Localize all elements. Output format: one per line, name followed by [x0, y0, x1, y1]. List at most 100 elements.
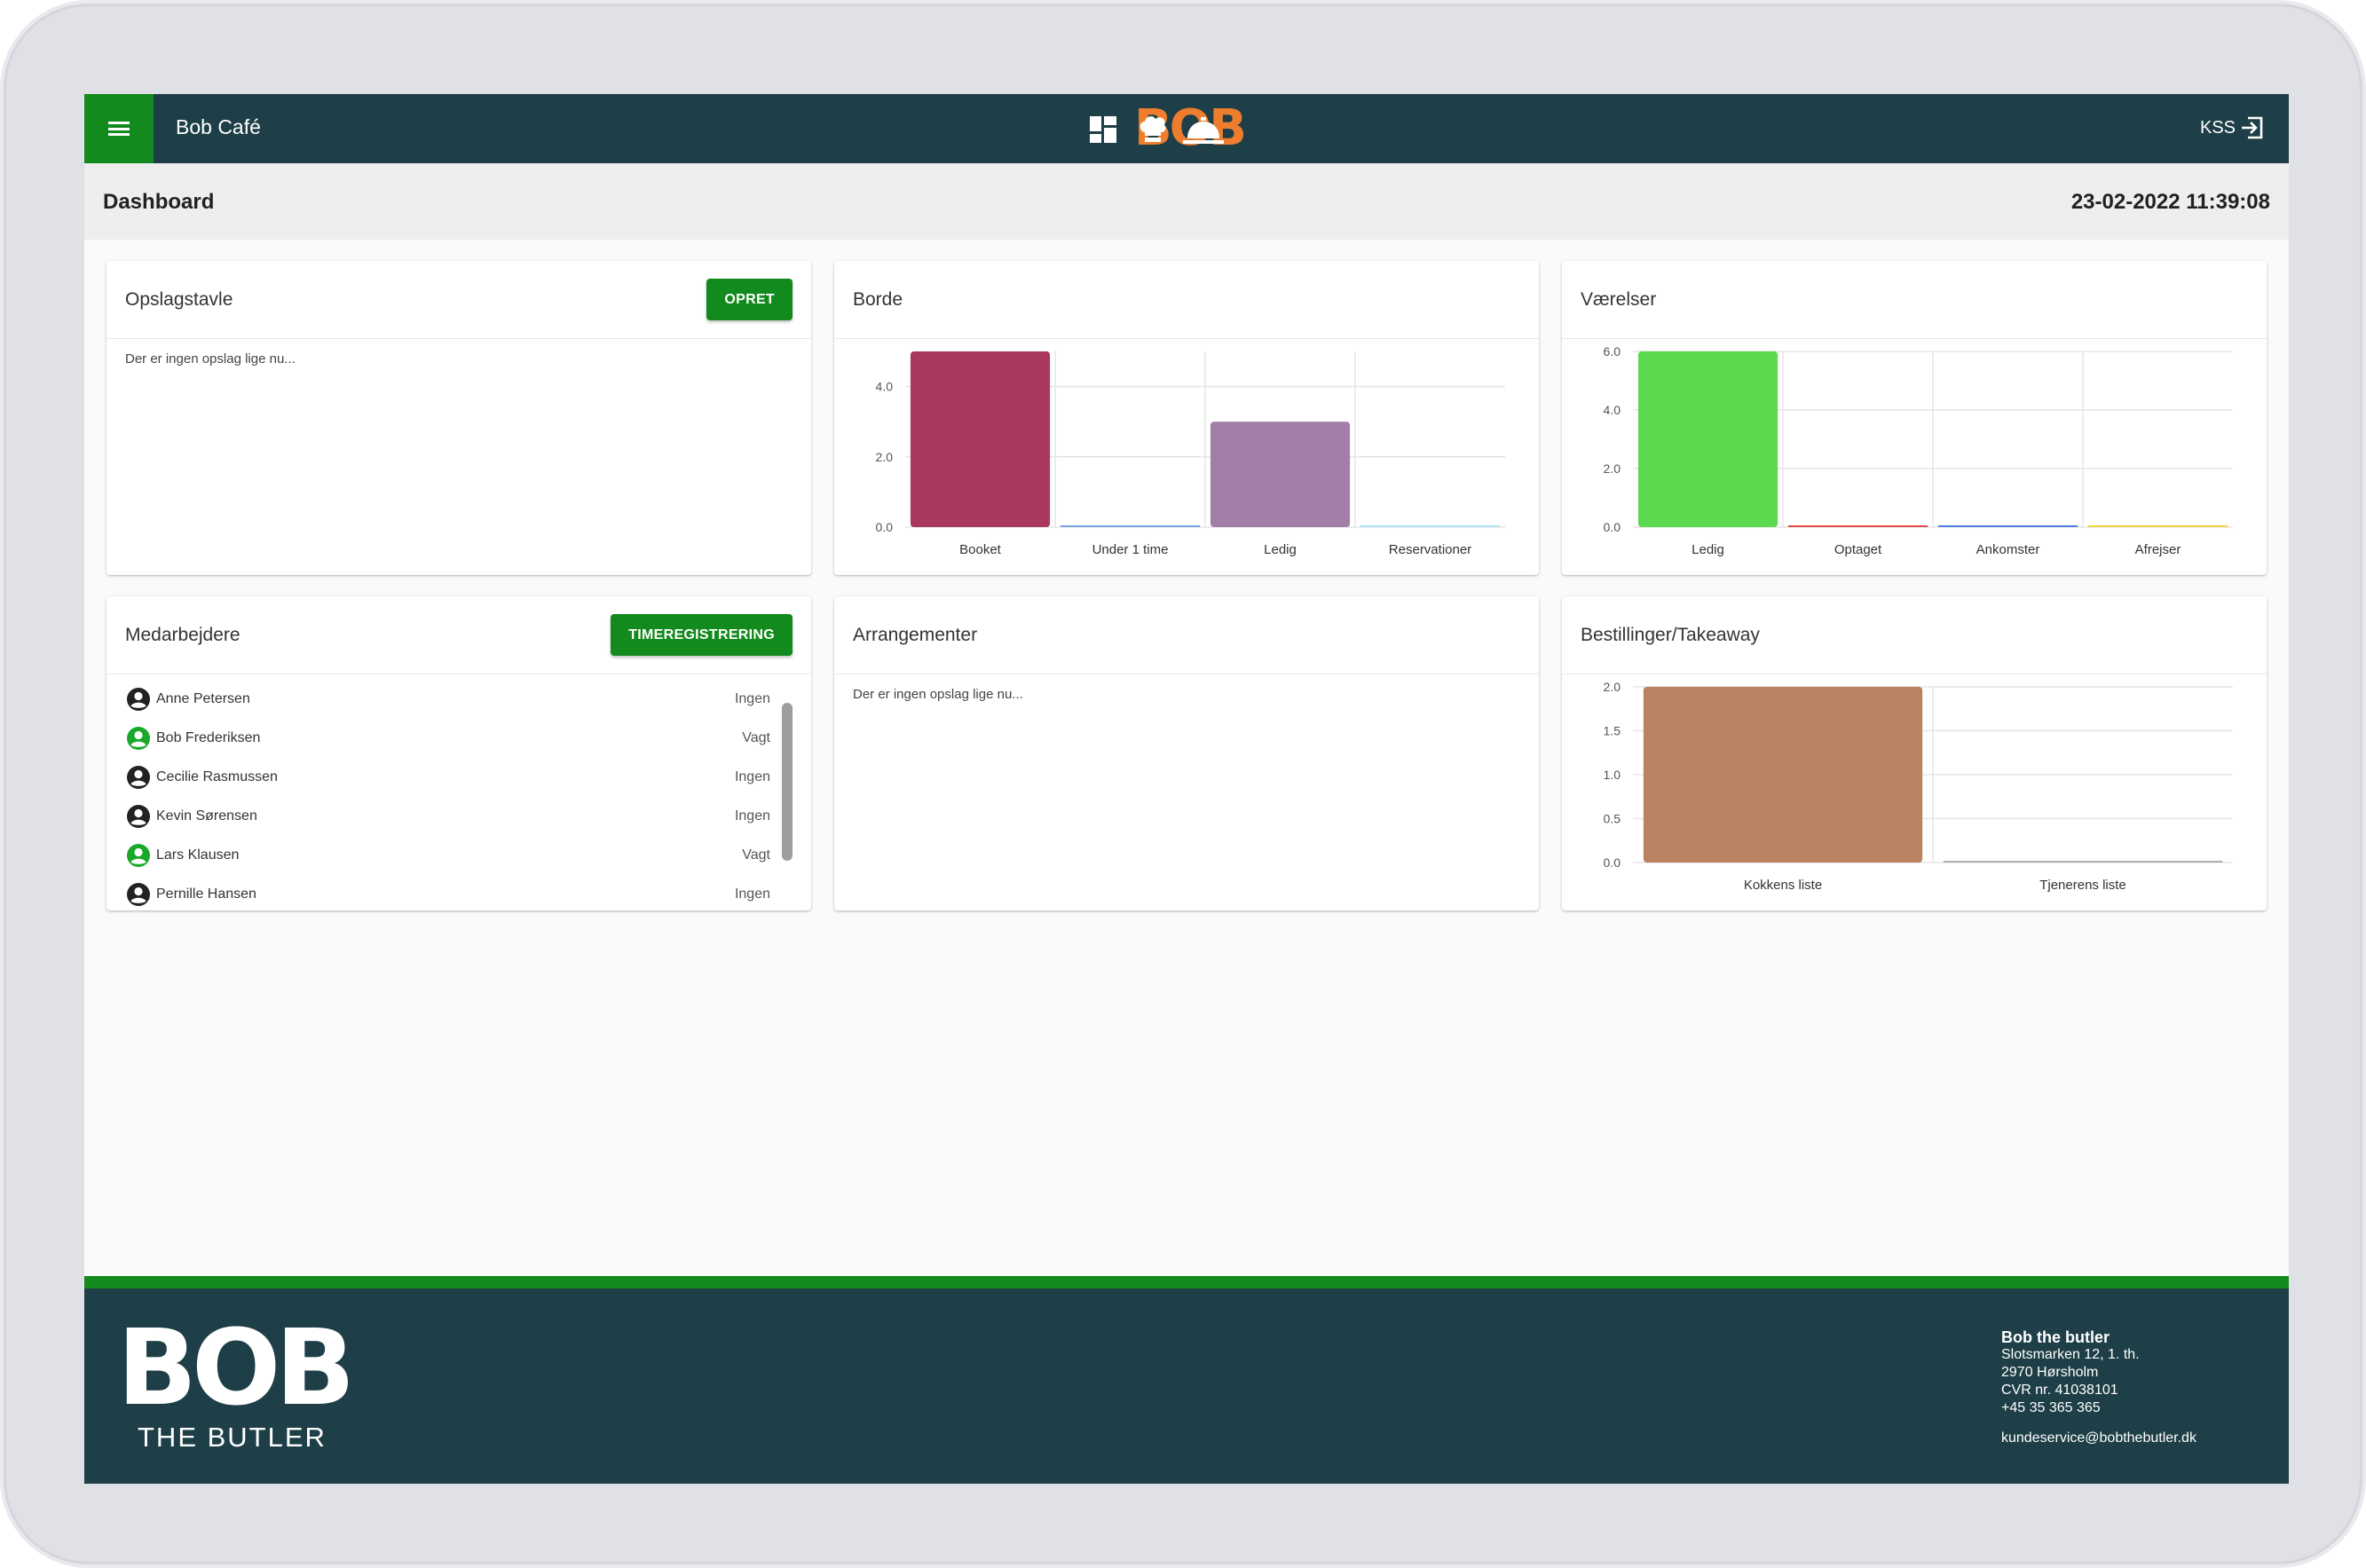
y-tick-label: 6.0: [1604, 344, 1621, 359]
card-header: Værelser: [1562, 261, 2267, 339]
card-title: Arrangementer: [853, 625, 978, 645]
bulletin-board-card: Opslagstavle OPRET Der er ingen opslag l…: [106, 261, 811, 575]
y-tick-label: 0.0: [1604, 520, 1621, 534]
hamburger-icon: [108, 122, 130, 136]
employee-name: Bob Frederiksen: [156, 730, 261, 745]
company-address-line2: 2970 Hørsholm: [2001, 1365, 2099, 1380]
staff-card: Medarbejdere TIMEREGISTRERING Anne Peter…: [106, 596, 811, 910]
y-tick-label: 0.0: [876, 520, 894, 534]
time-registration-button[interactable]: TIMEREGISTRERING: [611, 614, 793, 656]
x-tick-label: Tjenerens liste: [2039, 878, 2126, 893]
logout-icon[interactable]: [2239, 115, 2264, 140]
current-datetime: 23-02-2022 11:39:08: [2070, 190, 2270, 214]
y-tick-label: 1.0: [1604, 768, 1621, 782]
y-tick-label: 0.0: [1604, 855, 1621, 870]
dashboard-icon[interactable]: [1090, 116, 1116, 143]
company-address-line1: Slotsmarken 12, 1. th.: [2001, 1347, 2140, 1362]
x-tick-label: Kokkens liste: [1744, 878, 1822, 893]
page-header: Dashboard 23-02-2022 11:39:08: [84, 163, 2289, 240]
company-cvr: CVR nr. 41038101: [2001, 1383, 2118, 1398]
bar-tjenerens-liste[interactable]: [1943, 861, 2223, 863]
cafe-name: Bob Café: [176, 115, 261, 138]
x-tick-label: Ankomster: [1976, 542, 2040, 557]
tables-card: Borde 0.0 2.0 4.0 Booket Under 1 time Ledig Re…: [834, 261, 1539, 575]
x-tick-label: Reservationer: [1389, 542, 1471, 557]
employee-name: Pernille Hansen: [156, 886, 256, 902]
card-header: Borde: [834, 261, 1539, 339]
service-bell-icon[interactable]: [1183, 116, 1224, 145]
x-tick-label: Afrejser: [2135, 542, 2181, 557]
employee-status: Ingen: [734, 691, 770, 706]
menu-button[interactable]: [84, 94, 154, 163]
y-tick-label: 4.0: [1604, 403, 1621, 417]
bar-under-1-time[interactable]: [1060, 525, 1201, 527]
rooms-card: Værelser 0.0 2.0 4.0 6.0 Ledig Optaget Ankomst…: [1562, 261, 2267, 575]
footer: BOB THE BUTLER Bob the butler Slotsmarke…: [84, 1288, 2289, 1484]
card-title: Værelser: [1581, 289, 1657, 310]
employee-name: Anne Petersen: [156, 691, 250, 706]
card-title: Medarbejdere: [125, 625, 241, 645]
footer-tagline: THE BUTLER: [138, 1422, 327, 1453]
bar-reservationer[interactable]: [1360, 525, 1501, 527]
card-title: Opslagstavle: [125, 289, 233, 310]
user-code[interactable]: KSS: [2200, 118, 2236, 138]
employee-name: Kevin Sørensen: [156, 808, 257, 823]
card-title: Borde: [853, 289, 903, 310]
card-header: Arrangementer: [834, 596, 1539, 674]
bar-ankomster[interactable]: [1937, 525, 2078, 527]
y-tick-label: 2.0: [876, 450, 894, 464]
bar-kokkens-liste[interactable]: [1643, 687, 1923, 863]
bar-afrejser[interactable]: [2087, 525, 2228, 527]
bar-ledig[interactable]: [1637, 351, 1778, 527]
employee-status: Vagt: [742, 730, 770, 745]
employee-row[interactable]: Bob Frederiksen Vagt: [126, 726, 770, 765]
x-tick-label: Booket: [959, 542, 1002, 557]
company-email[interactable]: kundeservice@bobthebutler.dk: [2001, 1430, 2196, 1447]
company-info: Bob the butler Slotsmarken 12, 1. th. 29…: [2001, 1328, 2196, 1447]
user-avatar-icon: [127, 688, 150, 711]
y-tick-label: 4.0: [876, 380, 894, 394]
orders-card: Bestillinger/Takeaway 0.0 0.5 1.0 1.5 2.0 Kok…: [1562, 596, 2267, 910]
y-tick-label: 1.5: [1604, 724, 1621, 738]
page-title: Dashboard: [103, 190, 215, 214]
card-header: Bestillinger/Takeaway: [1562, 596, 2267, 674]
employee-row[interactable]: Cecilie Rasmussen Ingen: [126, 765, 770, 804]
company-name: Bob the butler: [2001, 1328, 2110, 1346]
tables-bar-chart: 0.0 2.0 4.0 Booket Under 1 time Ledig Reservat…: [876, 351, 1505, 557]
employee-status: Ingen: [734, 769, 770, 784]
footer-stripe: [84, 1276, 2289, 1288]
employee-row[interactable]: Pernille Hansen Ingen: [126, 882, 770, 910]
y-tick-label: 2.0: [1604, 680, 1621, 694]
user-avatar-icon: [127, 805, 150, 828]
x-tick-label: Ledig: [1692, 542, 1724, 557]
y-tick-label: 2.0: [1604, 461, 1621, 476]
x-tick-label: Optaget: [1834, 542, 1882, 557]
tablet-frame: Bob Café BOB KSS Dashboard 23-02-2022 11…: [0, 0, 2366, 1568]
footer-logo: BOB: [117, 1306, 355, 1429]
bar-ledig[interactable]: [1210, 422, 1351, 527]
x-tick-label: Under 1 time: [1092, 542, 1169, 557]
card-title: Bestillinger/Takeaway: [1581, 625, 1760, 645]
bar-booket[interactable]: [910, 351, 1051, 527]
employee-list-scrollbar[interactable]: [782, 703, 793, 861]
user-avatar-icon: [127, 766, 150, 789]
app-screen: Bob Café BOB KSS Dashboard 23-02-2022 11…: [84, 94, 2289, 1484]
create-post-button[interactable]: OPRET: [706, 279, 793, 320]
y-tick-label: 0.5: [1604, 812, 1621, 826]
employee-row[interactable]: Lars Klausen Vagt: [126, 843, 770, 882]
company-phone: +45 35 365 365: [2001, 1400, 2101, 1415]
employee-status: Ingen: [734, 886, 770, 902]
user-avatar-icon: [127, 727, 150, 750]
x-tick-label: Ledig: [1264, 542, 1297, 557]
user-avatar-icon: [127, 883, 150, 906]
card-header: Medarbejdere TIMEREGISTRERING: [106, 596, 811, 674]
employee-row[interactable]: Anne Petersen Ingen: [126, 687, 770, 726]
employee-row[interactable]: Kevin Sørensen Ingen: [126, 804, 770, 843]
employee-name: Cecilie Rasmussen: [156, 769, 278, 784]
events-card: Arrangementer Der er ingen opslag lige n…: [834, 596, 1539, 910]
empty-message: Der er ingen opslag lige nu...: [853, 687, 1023, 702]
employee-list[interactable]: Anne Petersen Ingen Bob Frederiksen Vagt Cec…: [106, 674, 811, 910]
chef-hat-icon[interactable]: [1138, 114, 1168, 143]
rooms-bar-chart: 0.0 2.0 4.0 6.0 Ledig Optaget Ankomster Afrejse…: [1604, 344, 2233, 557]
bar-optaget[interactable]: [1787, 525, 1928, 527]
